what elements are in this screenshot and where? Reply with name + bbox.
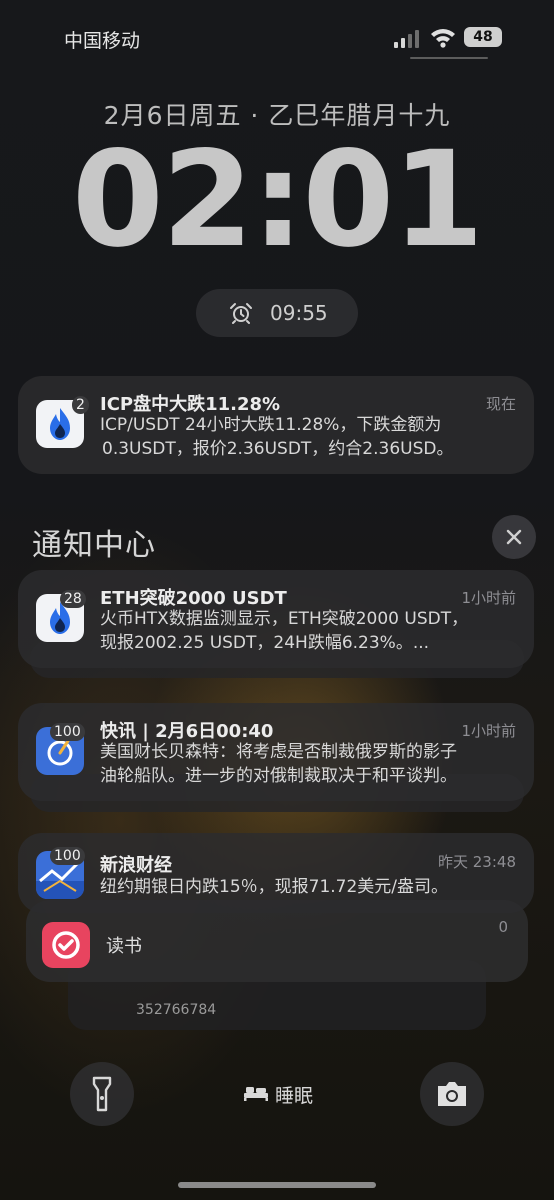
lock-time: 02:01	[71, 123, 484, 277]
notification-line-1: ICP/USDT 24小时大跌11.28%，下跌金额为	[100, 415, 442, 435]
battery-indicator: 48	[464, 27, 502, 47]
camera-button[interactable]	[420, 1062, 484, 1126]
alarm-clock-icon	[230, 303, 252, 324]
notification-time: 1小时前	[461, 589, 516, 607]
close-icon	[506, 529, 522, 545]
notification-title: 新浪财经	[100, 855, 172, 876]
cellular-signal-icon	[394, 30, 420, 48]
notification-line-1: 美国财长贝森特：将考虑是否制裁俄罗斯的影子	[100, 742, 457, 762]
alarm-widget[interactable]: 09:55	[196, 289, 358, 337]
notification-line-1: 纽约期银日内跌15％，现报71.72美元/盎司。	[100, 877, 449, 897]
notification-time-partial: 0	[498, 918, 508, 936]
notification-card-eth[interactable]: 28 ETH突破2000 USDT 1小时前 火币HTX数据监测显示，ETH突破…	[18, 570, 534, 668]
notification-badge: 100	[50, 847, 85, 865]
status-divider	[410, 57, 488, 59]
notification-badge: 2	[72, 396, 89, 414]
notification-line-2: 油轮船队。进一步的对俄制裁取决于和平谈判。	[100, 766, 457, 786]
notification-badge: 100	[50, 723, 85, 741]
notification-center-title: 通知中心	[32, 528, 156, 563]
notification-line-1: 火币HTX数据监测显示，ETH突破2000 USDT，	[100, 609, 469, 629]
notification-line-2: 0.3USDT，报价2.36USDT，约合2.36USD。	[102, 439, 454, 459]
carrier-label: 中国移动	[64, 30, 141, 52]
notification-card-sina[interactable]: 100 新浪财经 昨天 23:48 纽约期银日内跌15％，现报71.72美元/盎…	[18, 833, 534, 913]
bed-icon	[244, 1087, 268, 1101]
camera-icon	[438, 1082, 466, 1106]
notification-time: 现在	[485, 395, 516, 413]
notification-time: 昨天 23:48	[438, 853, 516, 871]
home-indicator[interactable]	[178, 1182, 376, 1188]
sleep-label[interactable]: 睡眠	[275, 1081, 313, 1108]
reading-app-icon	[42, 922, 90, 968]
notification-card-news-flash[interactable]: 100 快讯 | 2月6日00:40 1小时前 美国财长贝森特：将考虑是否制裁俄…	[18, 703, 534, 801]
wifi-icon	[431, 29, 455, 48]
notification-badge: 28	[60, 590, 86, 608]
notification-time: 1小时前	[461, 722, 516, 740]
flashlight-button[interactable]	[70, 1062, 134, 1126]
notification-card-icp[interactable]: 2 ICP盘中大跌11.28% 现在 ICP/USDT 24小时大跌11.28%…	[18, 376, 534, 474]
notification-title: 读书	[106, 936, 142, 957]
notification-line-2: 现报2002.25 USDT，24H跌幅6.23%。...	[100, 633, 430, 653]
alarm-time: 09:55	[270, 301, 328, 325]
close-button[interactable]	[492, 515, 536, 559]
flashlight-icon	[92, 1076, 112, 1112]
stacked-extra-text: 352766784	[136, 1002, 217, 1018]
